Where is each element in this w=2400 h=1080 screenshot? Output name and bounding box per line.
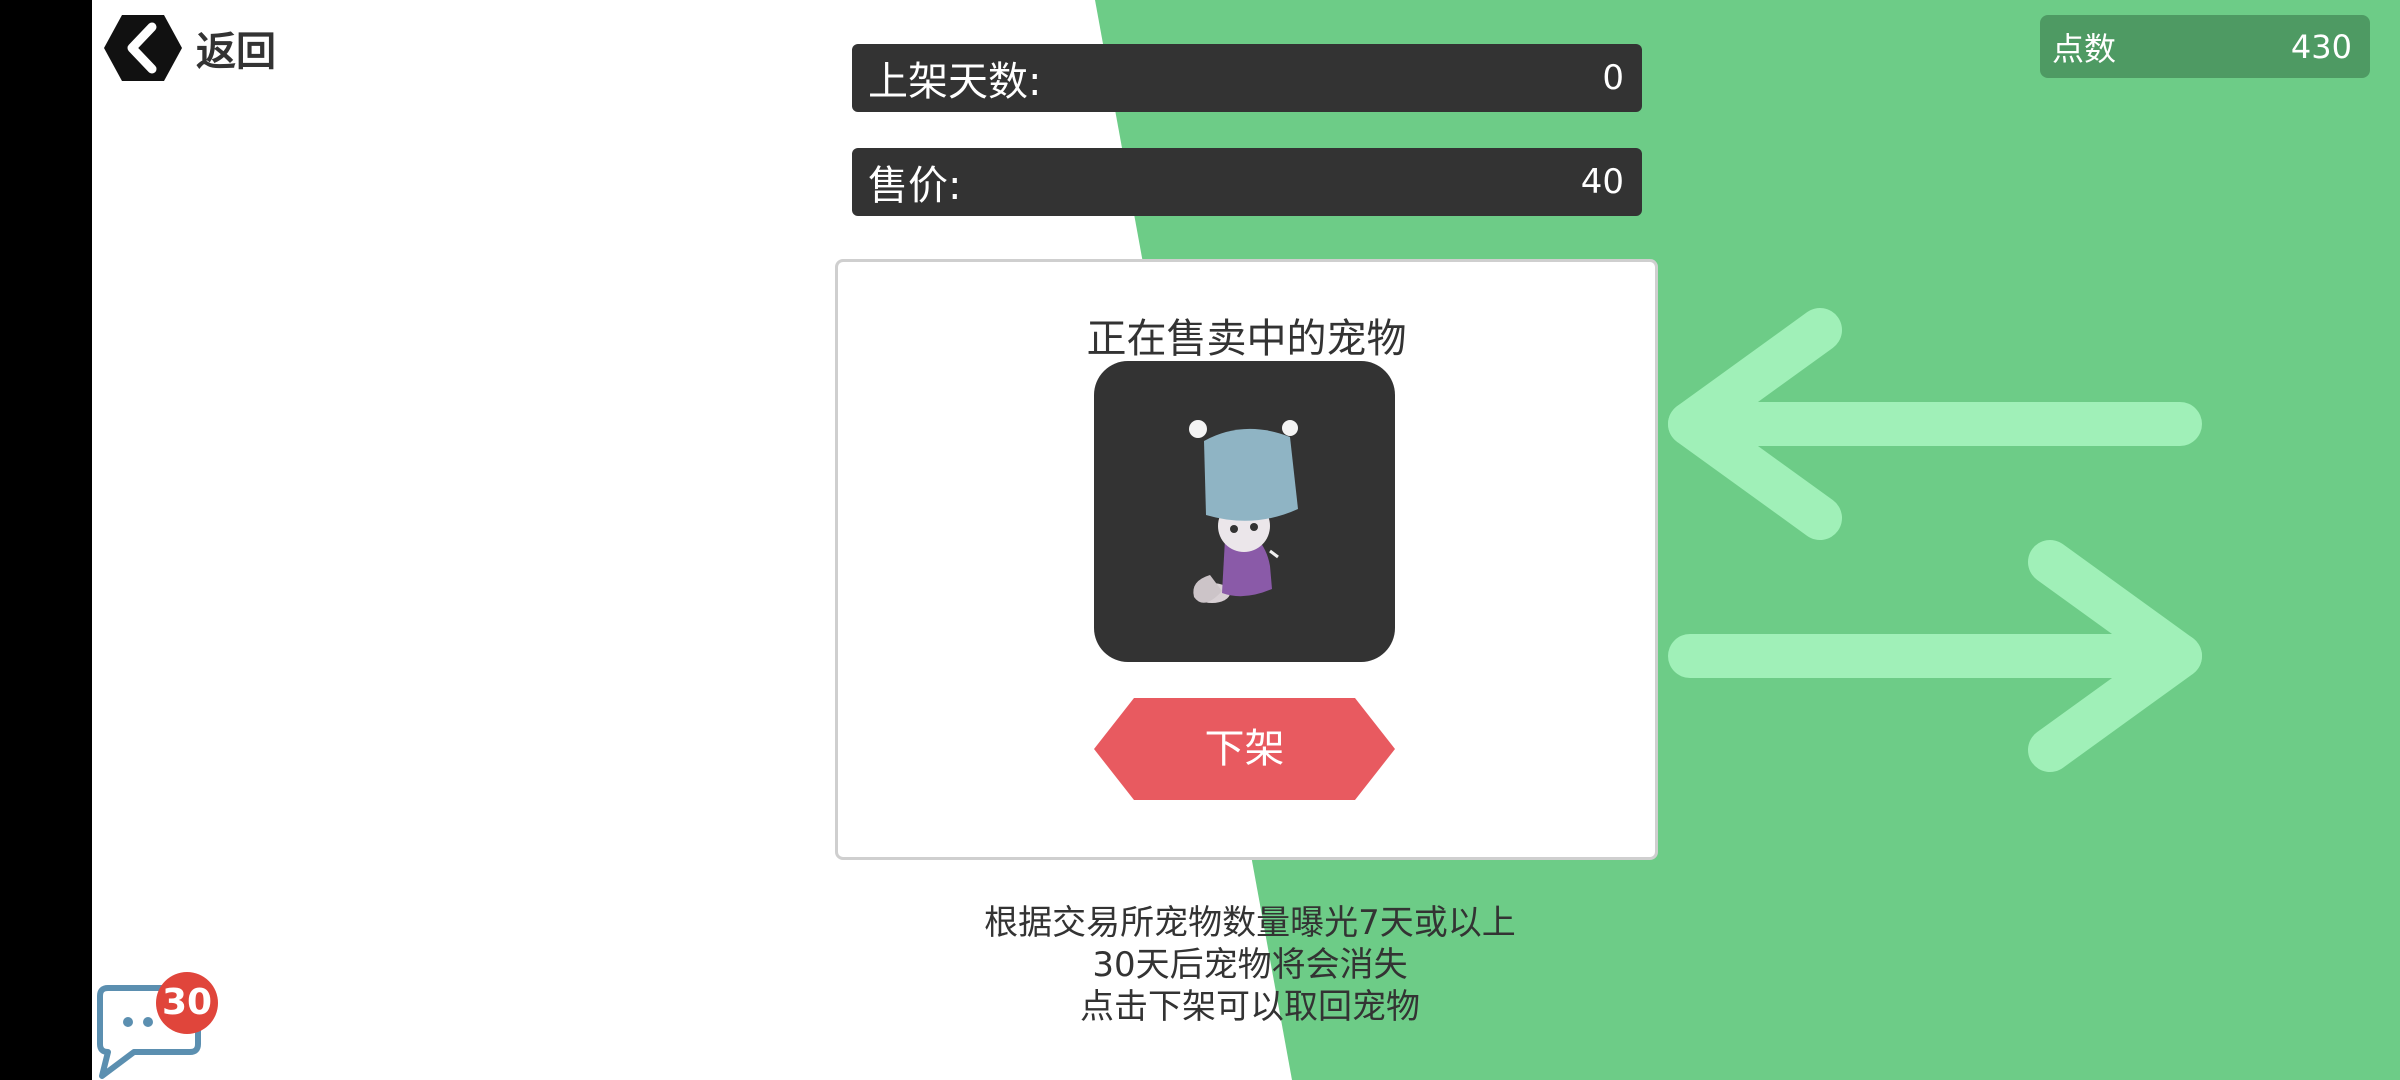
- pet-for-sale-panel: 正在售卖中的宠物 下架: [835, 259, 1658, 860]
- points-badge: 点数 430: [2040, 15, 2370, 78]
- listing-days-bar: 上架天数: 0: [852, 44, 1642, 112]
- screen: 返回 上架天数: 0 售价: 40 点数 430 正在售卖中的宠物 下架 根据交…: [0, 0, 2400, 1080]
- chat-button[interactable]: 30: [94, 970, 224, 1080]
- back-button[interactable]: 返回: [102, 12, 276, 84]
- pet-thumbnail: [1094, 361, 1395, 662]
- info-text: 根据交易所宠物数量曝光7天或以上 30天后宠物将会消失 点击下架可以取回宠物: [900, 902, 1600, 1028]
- back-label: 返回: [196, 29, 276, 75]
- price-label: 售价:: [868, 163, 962, 209]
- points-label: 点数: [2052, 29, 2117, 68]
- left-edge-strip: [0, 0, 92, 1080]
- delist-label: 下架: [1204, 726, 1285, 772]
- points-value: 430: [2290, 27, 2352, 66]
- info-line-1: 根据交易所宠物数量曝光7天或以上: [984, 903, 1516, 943]
- unread-count-badge: 30: [156, 972, 218, 1034]
- info-line-2: 30天后宠物将会消失: [1092, 945, 1408, 985]
- pet-figure-image: [1189, 420, 1298, 603]
- price-value: 40: [1580, 162, 1624, 202]
- swap-arrows-icon: [1668, 308, 2202, 772]
- chevron-left-icon: [104, 15, 182, 81]
- info-line-3: 点击下架可以取回宠物: [1080, 987, 1420, 1027]
- listing-days-value: 0: [1602, 58, 1624, 98]
- delist-button[interactable]: 下架: [1094, 698, 1395, 800]
- price-bar: 售价: 40: [852, 148, 1642, 216]
- listing-days-label: 上架天数:: [868, 59, 1042, 105]
- panel-title: 正在售卖中的宠物: [1086, 316, 1407, 362]
